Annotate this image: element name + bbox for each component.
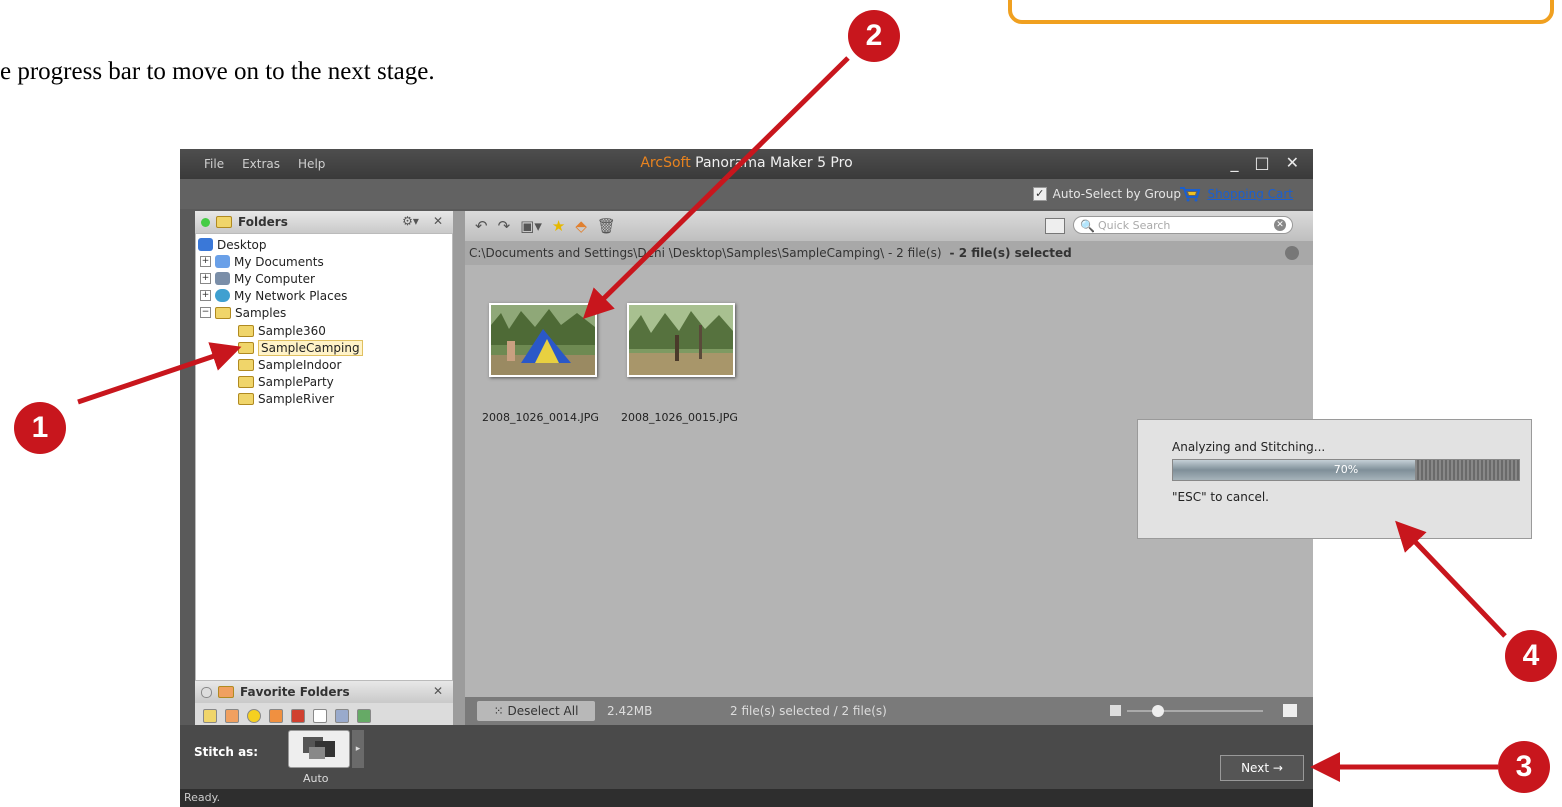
arrow-2 — [582, 56, 850, 320]
marker-4: 4 — [1505, 630, 1557, 682]
arrow-4 — [1395, 520, 1507, 638]
marker-1: 1 — [14, 402, 66, 454]
arrow-1 — [77, 342, 242, 405]
marker-2: 2 — [848, 10, 900, 62]
marker-3: 3 — [1498, 741, 1550, 793]
annotation-arrows — [77, 56, 1507, 782]
